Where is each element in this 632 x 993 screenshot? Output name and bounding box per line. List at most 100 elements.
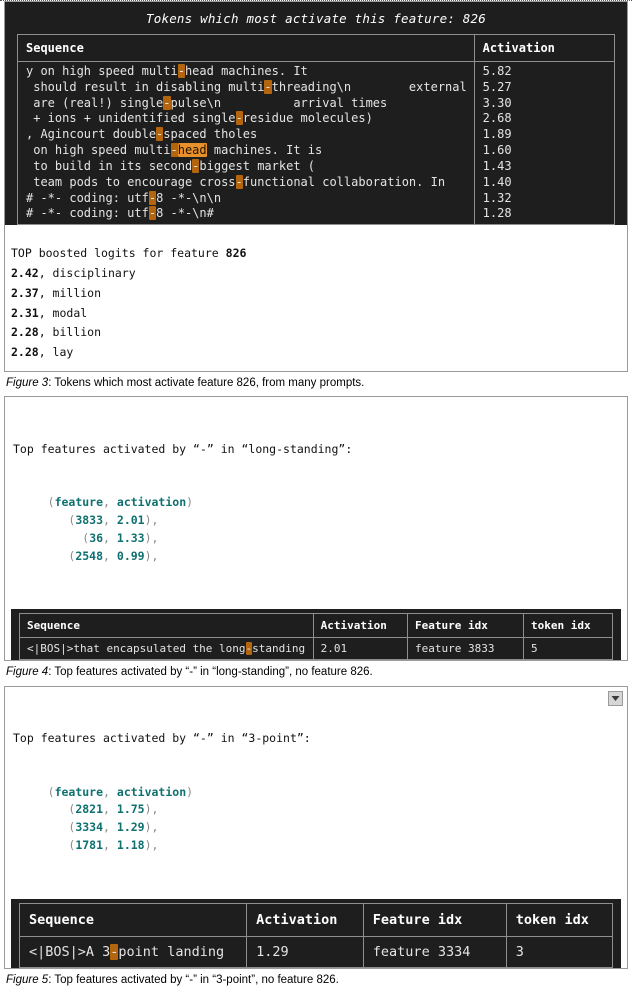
activation-value: 5.82 [482, 64, 512, 78]
tuple-activation: 1.75 [116, 802, 145, 817]
sequence-line: + ions + unidentified single-residue mol… [26, 111, 373, 126]
table-row: y on high speed multi-head machines. It … [17, 60, 616, 226]
tuple-key-activation: activation [116, 495, 187, 510]
figure-3-label: Figure 3 [6, 376, 49, 389]
tuple-line: (2548, 0.99), [68, 548, 159, 563]
chevron-down-icon [611, 695, 620, 702]
highlighted-token: - [192, 158, 200, 173]
tuple-key-feature: feature [54, 784, 104, 799]
figure-4-caption-text: : Top features activated by “-” in “long… [48, 666, 373, 679]
logit-token: , disciplinary [38, 266, 136, 281]
figure-5-block: Top features activated by “-” in “3-poin… [4, 685, 628, 993]
highlighted-token: - [148, 206, 157, 221]
figure-4-block: Top features activated by “-” in “long-s… [4, 396, 628, 685]
column-header-token-idx: token idx [522, 613, 614, 639]
highlighted-token: - [235, 174, 243, 189]
column-header-sequence: Sequence [19, 613, 314, 639]
tuple-feature-id: 2548 [75, 548, 104, 563]
column-header-token-idx: token idx [505, 902, 614, 937]
tuple-line: (1781, 1.18), [68, 838, 159, 853]
column-header-activation: Activation [473, 34, 616, 62]
highlighted-token: - [170, 143, 178, 158]
logit-token: , modal [38, 305, 88, 320]
figure-5-label: Figure 5 [6, 973, 49, 986]
tuple-activation: 0.99 [116, 548, 145, 563]
logits-heading-prefix: TOP boosted logits for feature [11, 246, 226, 261]
figure-4-code-heading: Top features activated by “-” in “long-s… [13, 441, 353, 456]
activation-value: 5.27 [482, 79, 512, 94]
token-idx-cell: 5 [522, 637, 614, 661]
activation-values: 5.82 5.27 3.30 2.68 1.89 1.60 1.43 1.40 1.32 1.28 [483, 64, 606, 222]
tuple-feature-id: 3833 [75, 513, 104, 528]
table-row: <|BOS|>A 3-point landing 1.29 feature 3334… [18, 935, 614, 968]
sequence-lines: y on high speed multi-head machines. It … [26, 64, 467, 222]
activation-value: 1.60 [482, 143, 512, 158]
sequence-line: # -*- coding: utf-8 -*-\n\n [26, 190, 222, 205]
tuple-key-feature: feature [54, 495, 104, 510]
feature-idx-cell: feature 3833 [407, 637, 524, 661]
figure-5-result-area: Sequence Activation Feature idx token id… [11, 898, 621, 968]
column-header-feature-idx: Feature idx [407, 613, 524, 639]
sequence-line: team pods to encourage cross-functional … [26, 174, 446, 189]
tuple-activation: 1.18 [116, 838, 145, 853]
sequence-line: y on high speed multi-head machines. It [26, 64, 308, 78]
figure-4-tuple-list: (feature, activation) (3833, 2.01), (36,… [13, 494, 619, 565]
tuple-line: (3833, 2.01), [68, 513, 159, 528]
figure-3-panel: Tokens which most activate this feature:… [4, 1, 628, 372]
figure-3-block: Tokens which most activate this feature:… [4, 1, 628, 396]
page-root: Tokens which most activate this feature:… [0, 0, 632, 986]
tuple-feature-id: 2821 [75, 802, 104, 817]
logits-heading: TOP boosted logits for feature 826 [11, 244, 621, 264]
figure-3-caption: Figure 3: Tokens which most activate fea… [4, 372, 628, 396]
column-header-activation: Activation [312, 613, 409, 639]
figure-5-panel: Top features activated by “-” in “3-poin… [4, 685, 628, 969]
table-header-row: Sequence Activation [17, 34, 616, 62]
activation-value: 1.28 [482, 206, 512, 221]
activation-value: 1.89 [482, 127, 512, 142]
logit-token: , million [38, 285, 102, 300]
activation-value: 2.68 [482, 111, 512, 126]
sequence-line: should result in disabling multi-threadi… [26, 79, 467, 94]
logit-entry: 2.28, billion [11, 323, 621, 343]
figure-5-code: Top features activated by “-” in “3-poin… [5, 687, 627, 895]
top-activating-tokens-table: Sequence Activation y on high speed mult… [17, 34, 616, 226]
figure-3-caption-text: : Tokens which most activate feature 826… [48, 376, 365, 389]
figure-4-caption: Figure 4: Top features activated by “-” … [4, 661, 628, 685]
highlighted-token: - [245, 642, 253, 656]
logit-token: , lay [38, 345, 74, 360]
highlighted-token: - [163, 95, 171, 110]
figure-4-results-table: Sequence Activation Feature idx token id… [19, 613, 614, 661]
tuple-feature-id: 3334 [75, 820, 104, 835]
figure-5-caption-text: : Top features activated by “-” in “3-po… [48, 973, 339, 986]
sequence-line: , Agincourt double-spaced tholes [26, 127, 258, 142]
logit-entry: 2.42, disciplinary [11, 264, 621, 284]
tuple-line: (36, 1.33), [82, 530, 159, 545]
highlighted-token: head [177, 143, 207, 158]
sequence-line: are (real!) single-pulse\n arrival times [26, 95, 388, 110]
sequence-line: # -*- coding: utf-8 -*-\n# [26, 206, 214, 221]
tuple-activation: 2.01 [116, 513, 145, 528]
logit-value: 2.42 [11, 266, 39, 281]
console-title: Tokens which most activate this feature:… [146, 11, 486, 26]
tuple-header-line: (feature, activation) [47, 495, 194, 510]
sequence-line: on high speed multi-head machines. It is [26, 143, 323, 158]
logit-value: 2.28 [11, 345, 39, 360]
highlighted-token: - [235, 111, 243, 126]
scrollbar-down-button[interactable] [608, 690, 623, 706]
figure-4-result-area: Sequence Activation Feature idx token id… [11, 609, 621, 661]
logit-value: 2.37 [11, 285, 39, 300]
highlighted-token: - [156, 127, 164, 142]
logit-entry: 2.31, modal [11, 304, 621, 324]
table-header-row: Sequence Activation Feature idx token id… [19, 613, 614, 639]
table-row: <|BOS|>that encapsulated the long-standi… [19, 637, 614, 661]
figure-3-console: Tokens which most activate this feature:… [5, 2, 627, 226]
figure-5-code-heading: Top features activated by “-” in “3-poin… [13, 731, 311, 746]
highlighted-token: - [148, 190, 157, 205]
figure-4-label: Figure 4 [6, 666, 49, 679]
logit-entry: 2.37, million [11, 284, 621, 304]
activation-value: 1.43 [482, 158, 512, 173]
tuple-activation: 1.29 [116, 820, 145, 835]
logit-token: , billion [38, 325, 102, 340]
activation-cell: 5.82 5.27 3.30 2.68 1.89 1.60 1.43 1.40 1.32 1.28 [473, 60, 616, 226]
tuple-line: (3334, 1.29), [68, 820, 159, 835]
